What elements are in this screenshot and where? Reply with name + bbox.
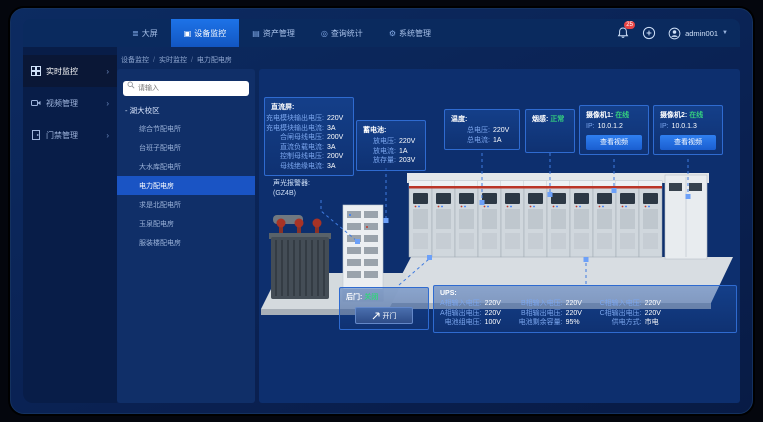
sound-light-alarm-label: 声光报警器: (GZ4B)	[273, 179, 310, 199]
chevron-right-icon: ›	[106, 99, 109, 108]
app-window: ≣ 大屏 ▣ 设备监控 ▤ 资产管理 ◎ 查询统计 ⚙ 系统管理	[10, 8, 753, 414]
user-menu[interactable]: admin001 ▼	[668, 27, 728, 40]
ups-column-b: B相输入电压:220V B相输出电压:220V 电池剩余容量:95%	[519, 299, 586, 328]
chevron-down-icon: ▼	[722, 30, 728, 36]
tab-label: 系统管理	[399, 28, 431, 39]
tree-item[interactable]: 服装楼配电房	[117, 233, 255, 252]
collapse-icon: -	[125, 106, 128, 115]
monitor-grid-icon	[31, 66, 41, 76]
door-panel: 后门: 关闭 开门	[339, 287, 429, 330]
tree-item[interactable]: 大水库配电所	[117, 157, 255, 176]
breadcrumb-separator: /	[191, 57, 193, 64]
tab-dashboard[interactable]: ≣ 大屏	[119, 19, 171, 47]
search-icon	[127, 81, 135, 89]
scene-viewport[interactable]: 直流屏: 充电模块输出电压:220V 充电模块输出电流:3A 合闸母线电压:20…	[259, 69, 740, 403]
panel-title: UPS:	[440, 290, 730, 297]
sidebar-item-access-control[interactable]: 门禁管理 ›	[23, 119, 117, 151]
topbar-right: 25 admin001 ▼	[616, 19, 740, 47]
panel-title: 直流屏:	[271, 102, 347, 112]
sidebar: 实时监控 › 视频管理 › 门禁管理 ›	[23, 47, 117, 403]
camera1-panel: 摄像机1: 在线 IP: 10.0.1.2 查看视频	[579, 105, 649, 155]
tab-label: 大屏	[142, 28, 158, 39]
settings-icon: ⚙	[389, 29, 396, 38]
tree-item[interactable]: 综合节配电所	[117, 119, 255, 138]
avatar-icon	[668, 27, 681, 40]
monitor-icon: ▣	[184, 29, 192, 38]
panel-title: 温度:	[451, 114, 513, 124]
control-cabinet	[665, 175, 707, 259]
fullscreen-button[interactable]	[642, 26, 656, 40]
view-video-button[interactable]: 查看视频	[586, 135, 642, 150]
door-icon	[31, 130, 41, 140]
sidebar-item-label: 实时监控	[46, 66, 78, 77]
chevron-right-icon: ›	[106, 67, 109, 76]
chevron-right-icon: ›	[106, 131, 109, 140]
tree-item[interactable]: 求是北配电所	[117, 195, 255, 214]
tab-asset-management[interactable]: ▤ 资产管理	[239, 19, 308, 47]
top-navigation-bar: ≣ 大屏 ▣ 设备监控 ▤ 资产管理 ◎ 查询统计 ⚙ 系统管理	[23, 19, 740, 47]
ups-column-a: A相输入电压:220V A相输出电压:220V 电池组电压:100V	[440, 299, 505, 328]
video-camera-icon	[31, 98, 41, 108]
sidebar-item-realtime-monitoring[interactable]: 实时监控 ›	[23, 55, 117, 87]
tab-label: 资产管理	[263, 28, 295, 39]
open-door-icon	[372, 312, 380, 320]
door-status: 关闭	[364, 294, 378, 301]
temperature-panel: 温度: 总电压:220V 总电流:1A	[444, 109, 520, 150]
tree-item[interactable]: 台班子配电所	[117, 138, 255, 157]
sidebar-item-label: 视频管理	[46, 98, 78, 109]
breadcrumb-separator: /	[153, 57, 155, 64]
breadcrumb-item: 电力配电房	[197, 55, 232, 65]
tab-label: 设备监控	[194, 28, 226, 39]
smoke-status: 正常	[550, 116, 564, 123]
smoke-sensor-panel: 烟感: 正常	[525, 109, 575, 153]
power-supply-mode: 市电	[645, 318, 665, 328]
panel-title: 蓄电池:	[363, 125, 419, 135]
switchgear-cabinets	[409, 181, 662, 257]
tree-item-selected[interactable]: 电力配电房	[117, 176, 255, 195]
camera2-status: 在线	[689, 112, 703, 119]
device-tree-panel: - 湖大校区 综合节配电所 台班子配电所 大水库配电所 电力配电房 求是北配电所…	[117, 69, 255, 403]
camera2-ip: 10.0.1.3	[672, 122, 697, 132]
notification-badge: 25	[624, 21, 635, 29]
breadcrumb-item[interactable]: 设备监控	[121, 55, 149, 65]
tab-system-management[interactable]: ⚙ 系统管理	[376, 19, 444, 47]
tab-device-monitoring[interactable]: ▣ 设备监控	[171, 19, 240, 47]
dc-screen-panel: 直流屏: 充电模块输出电压:220V 充电模块输出电流:3A 合闸母线电压:20…	[264, 97, 354, 176]
ups-panel: UPS: A相输入电压:220V A相输出电压:220V 电池组电压:100V …	[433, 285, 737, 333]
tree-item[interactable]: 玉泉配电房	[117, 214, 255, 233]
view-video-button[interactable]: 查看视频	[660, 135, 716, 150]
fullscreen-icon	[642, 26, 656, 40]
tree-root-node[interactable]: - 湖大校区	[123, 102, 249, 119]
open-door-button[interactable]: 开门	[355, 307, 413, 324]
screen-icon: ≣	[132, 29, 139, 38]
tab-label: 查询统计	[331, 28, 363, 39]
search-input[interactable]	[123, 81, 249, 96]
camera1-status: 在线	[615, 112, 629, 119]
ups-column-c: C相输入电压:220V C相输出电压:220V 供电方式:市电	[600, 299, 665, 328]
breadcrumb: 设备监控 / 实时监控 / 电力配电房	[121, 53, 232, 67]
sidebar-item-label: 门禁管理	[46, 130, 78, 141]
username: admin001	[685, 29, 718, 38]
transformer	[269, 215, 331, 299]
tab-query-statistics[interactable]: ◎ 查询统计	[308, 19, 376, 47]
asset-icon: ▤	[252, 29, 260, 38]
nav-tabs: ≣ 大屏 ▣ 设备监控 ▤ 资产管理 ◎ 查询统计 ⚙ 系统管理	[119, 19, 444, 47]
breadcrumb-item[interactable]: 实时监控	[159, 55, 187, 65]
camera1-ip: 10.0.1.2	[598, 122, 623, 132]
camera2-panel: 摄像机2: 在线 IP: 10.0.1.3 查看视频	[653, 105, 723, 155]
sidebar-item-video-management[interactable]: 视频管理 ›	[23, 87, 117, 119]
stats-icon: ◎	[321, 29, 328, 38]
battery-panel: 蓄电池: 放电压:220V 放电流:1A 放存量:203V	[356, 120, 426, 171]
notification-bell-button[interactable]: 25	[616, 26, 630, 40]
